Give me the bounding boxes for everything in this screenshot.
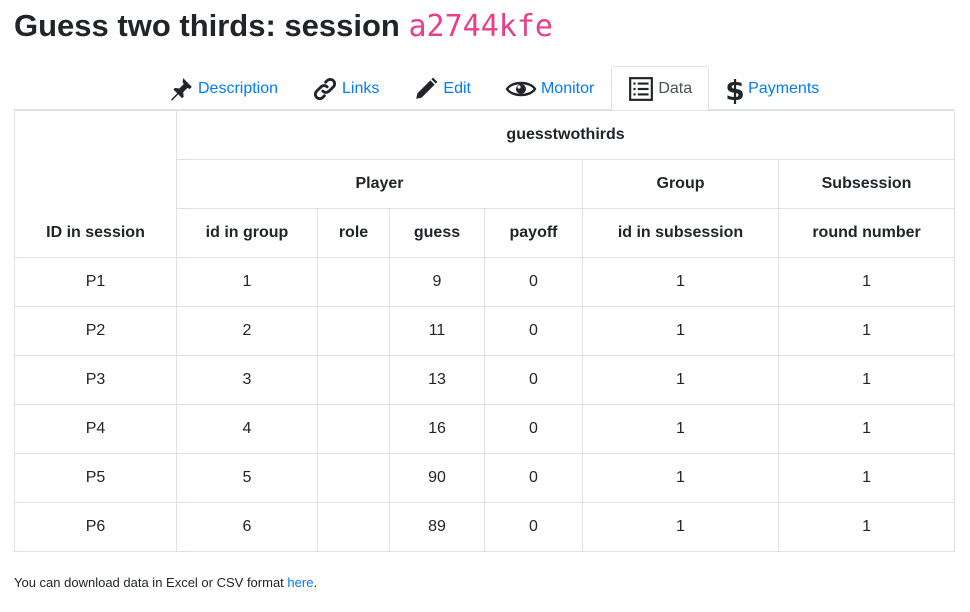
tab-monitor-label: Monitor: [540, 79, 595, 97]
eye-icon: [505, 76, 537, 102]
cell-id-in-group: 6: [176, 502, 318, 552]
session-code: a2744kfe: [408, 9, 554, 44]
cell-participant-id: P6: [14, 502, 177, 552]
cell-id-in-group: 1: [176, 257, 318, 307]
cell-guess: 11: [389, 306, 485, 356]
cell-id-in-group: 5: [176, 453, 318, 503]
tab-links[interactable]: Links: [295, 66, 396, 110]
cell-round-number: 1: [777, 404, 956, 454]
app-name-header: guesstwothirds: [175, 110, 956, 160]
cell-participant-id: P4: [14, 404, 177, 454]
col-role: role: [317, 208, 390, 258]
tab-edit-label: Edit: [443, 79, 471, 97]
cell-role: [317, 257, 390, 307]
col-round-number: round number: [777, 208, 956, 258]
tab-payments-label: Payments: [748, 79, 820, 97]
cell-id-in-subsession: 1: [582, 453, 779, 503]
cell-role: [317, 502, 390, 552]
tab-edit[interactable]: Edit: [396, 66, 488, 110]
tab-payments[interactable]: $ Payments: [709, 66, 836, 110]
col-guess: guess: [389, 208, 485, 258]
cell-participant-id: P3: [14, 355, 177, 405]
cell-round-number: 1: [777, 502, 956, 552]
page-title-text: Guess two thirds: session: [14, 8, 400, 43]
cell-role: [317, 306, 390, 356]
cell-guess: 90: [389, 453, 485, 503]
table-row: P6 6 89 0 1 1: [14, 502, 956, 552]
table-row: P2 2 11 0 1 1: [14, 306, 956, 356]
col-id-in-group: id in group: [176, 208, 318, 258]
cell-participant-id: P2: [14, 306, 177, 356]
cell-round-number: 1: [777, 306, 956, 356]
col-payoff: payoff: [484, 208, 583, 258]
table-row: P5 5 90 0 1 1: [14, 453, 956, 503]
download-note-period: .: [313, 575, 318, 590]
download-note: You can download data in Excel or CSV fo…: [14, 575, 317, 590]
session-data-table: ID in session guesstwothirds Player Grou…: [14, 110, 956, 552]
page-title: Guess two thirds: session a2744kfe: [14, 4, 553, 49]
tab-data[interactable]: Data: [611, 66, 710, 111]
tab-links-label: Links: [342, 79, 380, 97]
link-icon: [312, 76, 338, 102]
tab-data-label: Data: [658, 79, 693, 97]
session-tabs: Description Links Edit Monitor Data $ Pa…: [14, 66, 954, 111]
cell-id-in-subsession: 1: [582, 404, 779, 454]
cell-id-in-subsession: 1: [582, 502, 779, 552]
cell-role: [317, 404, 390, 454]
cell-id-in-subsession: 1: [582, 355, 779, 405]
tab-description[interactable]: Description: [151, 66, 295, 110]
cell-id-in-group: 3: [176, 355, 318, 405]
cell-guess: 89: [389, 502, 485, 552]
cell-payoff: 0: [484, 453, 583, 503]
cell-id-in-subsession: 1: [582, 306, 779, 356]
list-icon: [628, 76, 654, 102]
cell-payoff: 0: [484, 404, 583, 454]
cell-round-number: 1: [777, 453, 956, 503]
cell-payoff: 0: [484, 355, 583, 405]
tab-description-label: Description: [198, 79, 279, 97]
pencil-icon: [413, 76, 439, 102]
cell-round-number: 1: [777, 355, 956, 405]
pin-icon: [168, 76, 194, 102]
cell-id-in-group: 4: [176, 404, 318, 454]
cell-payoff: 0: [484, 257, 583, 307]
cell-role: [317, 355, 390, 405]
table-row: P4 4 16 0 1 1: [14, 404, 956, 454]
tab-monitor[interactable]: Monitor: [488, 66, 611, 110]
cell-participant-id: P1: [14, 257, 177, 307]
cell-participant-id: P5: [14, 453, 177, 503]
cell-guess: 16: [389, 404, 485, 454]
table-row: P3 3 13 0 1 1: [14, 355, 956, 405]
id-in-session-header: ID in session: [14, 110, 177, 258]
cell-payoff: 0: [484, 306, 583, 356]
subsession-group-header: Subsession: [777, 159, 956, 209]
tabs-list: Description Links Edit Monitor Data $ Pa…: [151, 66, 836, 111]
cell-id-in-subsession: 1: [582, 257, 779, 307]
cell-id-in-group: 2: [176, 306, 318, 356]
cell-guess: 9: [389, 257, 485, 307]
download-link[interactable]: here: [287, 575, 313, 590]
download-note-text: You can download data in Excel or CSV fo…: [14, 575, 284, 590]
cell-guess: 13: [389, 355, 485, 405]
dollar-icon: $: [726, 76, 744, 104]
player-group-header: Player: [176, 159, 583, 209]
cell-role: [317, 453, 390, 503]
col-id-in-subsession: id in subsession: [582, 208, 779, 258]
group-group-header: Group: [582, 159, 779, 209]
cell-round-number: 1: [777, 257, 956, 307]
table-row: P1 1 9 0 1 1: [14, 257, 956, 307]
svg-text:$: $: [726, 76, 744, 104]
cell-payoff: 0: [484, 502, 583, 552]
